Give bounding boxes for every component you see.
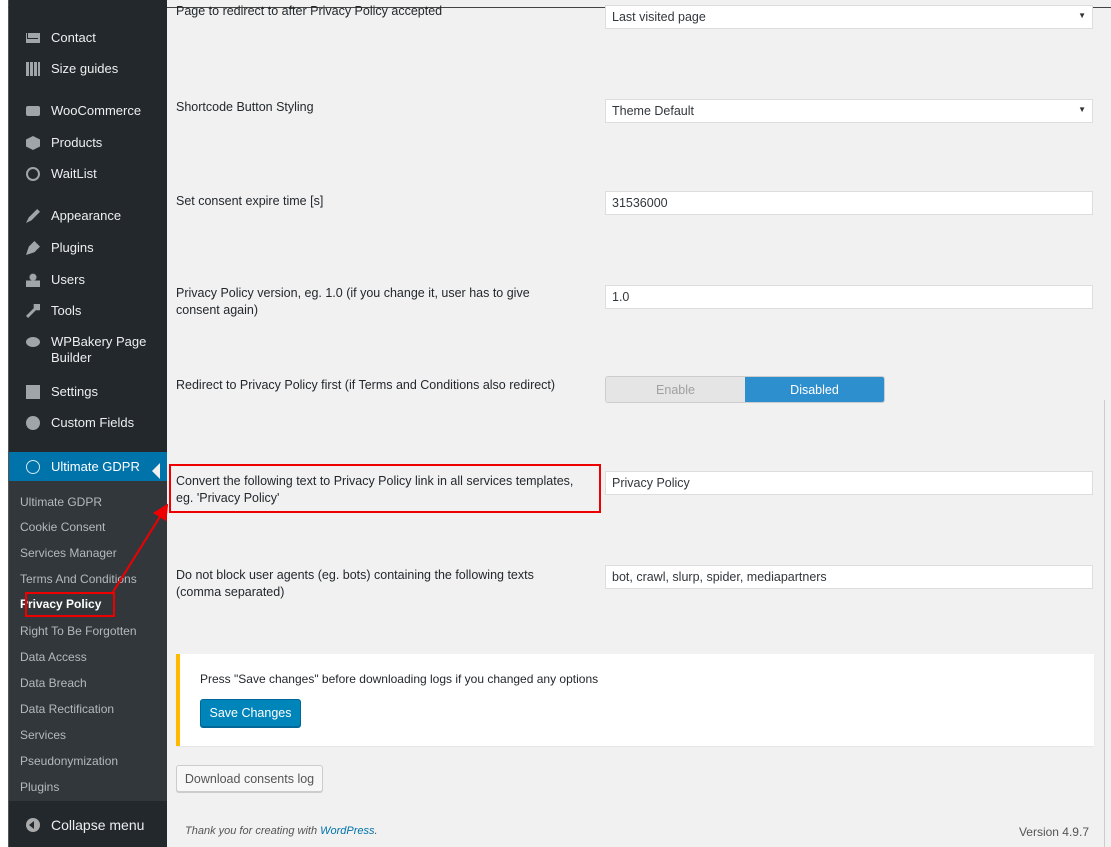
current-menu-arrow (152, 463, 160, 479)
expire-value: 31536000 (612, 196, 668, 210)
mail-icon (26, 33, 40, 43)
wpbakery-icon (26, 337, 40, 347)
convert-value: Privacy Policy (612, 476, 690, 490)
sidebar-item-label: Contact (51, 30, 96, 45)
gdpr-submenu: Ultimate GDPR Cookie Consent Services Ma… (9, 481, 167, 801)
sidebar-item-label: Custom Fields (51, 415, 135, 430)
collapse-icon (26, 818, 40, 832)
version-input[interactable]: 1.0 (605, 285, 1093, 309)
sidebar-item-label: WPBakery Page Builder (51, 334, 147, 365)
submenu-item[interactable]: Ultimate GDPR (20, 495, 102, 509)
sidebar-item-label: Tools (51, 303, 82, 318)
bots-value: bot, crawl, slurp, spider, mediapartners (612, 570, 827, 584)
footer-thanks: Thank you for creating with WordPress. (185, 825, 378, 837)
button-styling-label: Shortcode Button Styling (176, 100, 314, 114)
sidebar-item-label: WaitList (51, 166, 97, 181)
right-border (1104, 400, 1105, 847)
sidebar-item-label: Plugins (51, 240, 94, 255)
redirect-first-label: Redirect to Privacy Policy first (if Ter… (176, 378, 556, 392)
wordpress-link[interactable]: WordPress (320, 825, 374, 837)
sidebar-item-label: Ultimate GDPR (51, 458, 140, 474)
sidebar-item-plugins[interactable]: Plugins (9, 240, 167, 256)
submenu-item[interactable]: Cookie Consent (20, 520, 105, 534)
collapse-label: Collapse menu (51, 817, 145, 833)
gear-icon (26, 416, 40, 430)
button-styling-value: Theme Default (612, 104, 694, 118)
submenu-item[interactable]: Right To Be Forgotten (20, 624, 137, 638)
collapse-menu-button[interactable]: Collapse menu (9, 806, 167, 844)
redirect-select[interactable]: Last visited page (605, 5, 1093, 29)
sidebar-item-waitlist[interactable]: WaitList (9, 166, 167, 182)
sidebar-item-tools[interactable]: Tools (9, 303, 167, 319)
box-icon (26, 136, 40, 150)
sidebar-item-size-guides[interactable]: Size guides (9, 61, 167, 77)
download-consents-log-button[interactable]: Download consents log (176, 765, 323, 792)
redirect-value: Last visited page (612, 10, 706, 24)
sidebar-item-label: Size guides (51, 61, 119, 76)
sidebar-item-appearance[interactable]: Appearance (9, 208, 167, 224)
clock-icon (26, 167, 40, 181)
sidebar-item-products[interactable]: Products (9, 135, 167, 151)
sidebar-item-label: WooCommerce (51, 103, 142, 118)
user-icon (26, 273, 40, 287)
submenu-item[interactable]: Services Manager (20, 546, 117, 560)
button-styling-select[interactable]: Theme Default (605, 99, 1093, 123)
version-value: 1.0 (612, 290, 630, 304)
toggle-enable-option[interactable]: Enable (606, 377, 745, 402)
version-label: Privacy Policy version, eg. 1.0 (if you … (176, 286, 530, 317)
brush-icon (26, 209, 40, 223)
woocommerce-icon (26, 106, 40, 116)
redirect-label: Page to redirect to after Privacy Policy… (176, 4, 443, 18)
sidebar-item-ultimate-gdpr[interactable]: Ultimate GDPR (9, 452, 167, 481)
submenu-item[interactable]: Services (20, 728, 66, 742)
save-notice: Press "Save changes" before downloading … (176, 654, 1094, 746)
sidebar-item-settings[interactable]: Settings (9, 384, 167, 400)
expire-label: Set consent expire time [s] (176, 194, 324, 208)
expire-input[interactable]: 31536000 (605, 191, 1093, 215)
sidebar-item-users[interactable]: Users (9, 272, 167, 288)
admin-sidebar: Contact Size guides WooCommerce Products… (9, 0, 167, 847)
footer-version: Version 4.9.7 (1018, 825, 1089, 839)
submenu-item[interactable]: Pseudonymization (20, 754, 118, 768)
shield-icon (26, 459, 40, 474)
highlight-box-privacy-policy (25, 592, 115, 617)
sidebar-item-contact[interactable]: Contact (9, 30, 167, 46)
sidebar-item-label: Appearance (51, 208, 122, 223)
redirect-first-toggle[interactable]: Enable Disabled (605, 376, 885, 403)
footer-thanks-suffix: . (374, 825, 378, 837)
sidebar-item-label: Settings (51, 384, 98, 399)
submenu-item[interactable]: Plugins (20, 780, 59, 794)
sidebar-item-custom-fields[interactable]: Custom Fields (9, 415, 167, 431)
footer-thanks-prefix: Thank you for creating with (185, 825, 321, 837)
bots-input[interactable]: bot, crawl, slurp, spider, mediapartners (605, 565, 1093, 589)
sidebar-item-label: Products (51, 135, 103, 150)
wrench-icon (26, 304, 40, 318)
notice-text: Press "Save changes" before downloading … (200, 672, 599, 686)
submenu-item[interactable]: Data Access (20, 650, 87, 664)
grid-icon (26, 62, 40, 76)
highlight-box-convert (169, 464, 601, 513)
submenu-item[interactable]: Terms And Conditions (20, 572, 137, 586)
convert-input[interactable]: Privacy Policy (605, 471, 1093, 495)
toggle-disabled-option[interactable]: Disabled (745, 377, 884, 402)
submenu-item[interactable]: Data Rectification (20, 702, 114, 716)
bots-label: Do not block user agents (eg. bots) cont… (176, 568, 534, 599)
submenu-item[interactable]: Data Breach (20, 676, 87, 690)
save-changes-button[interactable]: Save Changes (200, 699, 301, 727)
settings-icon (26, 385, 40, 399)
sidebar-item-label: Users (51, 272, 85, 287)
plug-icon (26, 241, 40, 255)
sidebar-item-wpbakery[interactable]: WPBakery Page Builder (9, 334, 167, 366)
sidebar-item-woocommerce[interactable]: WooCommerce (9, 103, 167, 119)
